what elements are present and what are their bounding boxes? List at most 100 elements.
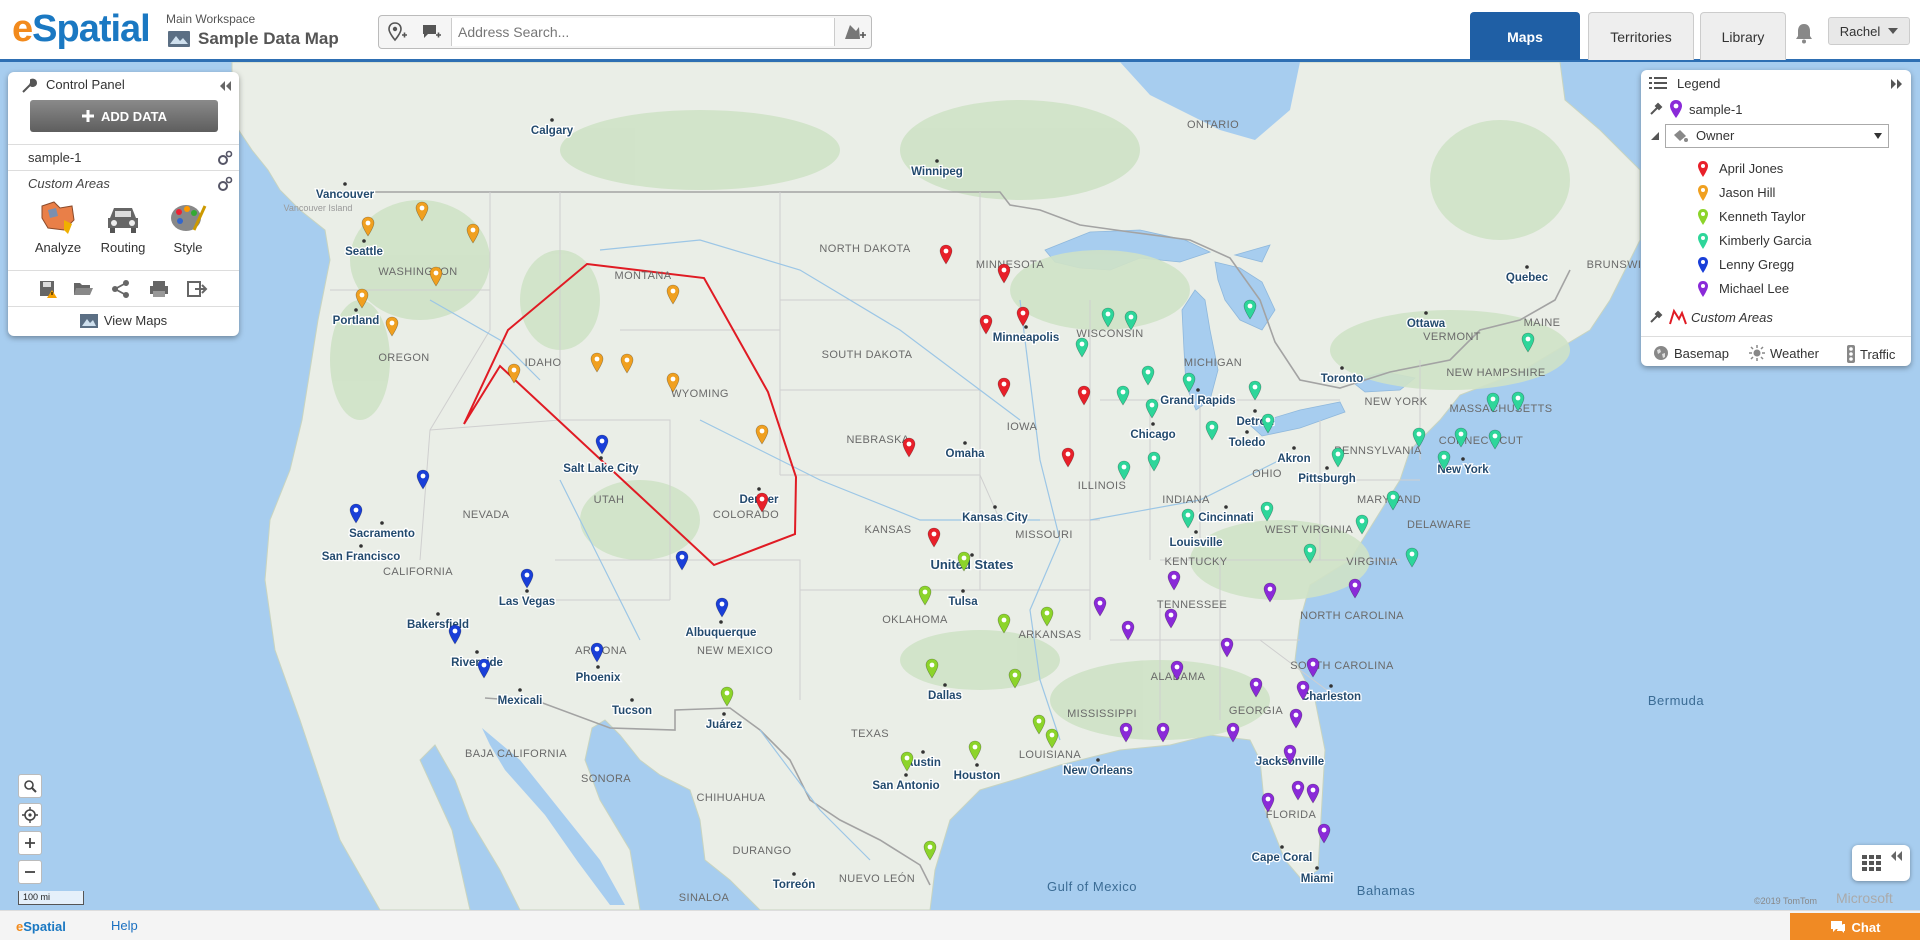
save-icon[interactable] [38,279,60,299]
city-dot [921,750,925,754]
collapse-triangle-icon[interactable] [1651,132,1659,140]
city-dot [354,308,358,312]
region-label: ONTARIO [1187,119,1239,131]
paint-brush-icon[interactable] [1649,310,1663,324]
city-dot [1292,446,1296,450]
city-label: Ottawa [1407,318,1446,330]
print-icon[interactable] [148,279,170,299]
share-icon[interactable] [110,279,132,299]
city-dot [970,553,974,557]
export-icon[interactable] [186,279,208,299]
view-maps-button[interactable]: View Maps [8,306,239,334]
region-label: MISSISSIPPI [1067,708,1137,720]
footer-logo[interactable]: eSpatial [16,919,66,934]
add-location-button[interactable] [381,16,413,48]
legend-owner-label[interactable]: Kimberly Garcia [1719,233,1811,248]
polygon-plus-icon [845,25,866,39]
region-label: SOUTH DAKOTA [822,349,913,361]
map-icon [168,31,190,47]
help-link[interactable]: Help [111,918,138,933]
zoom-box-button[interactable] [18,774,42,798]
sun-icon [1749,345,1765,361]
region-label: OREGON [378,352,429,364]
list-icon [1649,77,1667,89]
city-label: Kansas City [962,512,1028,524]
legend-owner-label[interactable]: Jason Hill [1719,185,1775,200]
legend-owner-label[interactable]: Kenneth Taylor [1719,209,1806,224]
espatial-logo[interactable]: eSpatial [12,8,151,51]
city-label: Dallas [928,690,962,702]
analyze-button[interactable]: Analyze [30,200,86,260]
traffic-button[interactable]: Traffic [1847,345,1895,363]
legend-title: Legend [1677,76,1721,91]
region-label: Bermuda [1648,693,1705,708]
expand-right-icon[interactable] [1891,79,1903,89]
tab-territories[interactable]: Territories [1588,12,1694,60]
zoom-in-button[interactable] [18,831,42,855]
tab-maps[interactable]: Maps [1470,12,1580,60]
add-marker-button[interactable] [415,16,447,48]
city-label: Toronto [1321,373,1364,385]
comment-plus-icon [423,25,441,38]
gear-icon[interactable] [217,176,233,192]
address-search-input[interactable] [451,18,835,46]
legend-owner-label[interactable]: Lenny Gregg [1719,257,1794,272]
city-dot [1329,684,1333,688]
map-icon [79,313,98,328]
region-label: NEW YORK [1365,396,1428,408]
region-label: FLORIDA [1266,809,1317,821]
basemap[interactable]: ONTARIONORTH DAKOTAMINNESOTAWASHINGTON MO… [0,62,1920,910]
region-label: TENNESSEE [1157,599,1227,611]
layer-row-sample-1[interactable]: sample-1 [8,144,239,170]
weather-button[interactable]: Weather [1749,345,1819,361]
apps-toggle-button[interactable] [1852,845,1910,881]
city-dot [1461,457,1465,461]
footer: eSpatial Help Chat [0,910,1920,940]
wrench-icon [22,78,38,93]
map-scale: 100 mi [18,891,84,905]
legend-layer-name: sample-1 [1689,102,1743,117]
custom-areas-row[interactable]: Custom Areas [8,170,239,196]
region-label: SINALOA [679,892,730,904]
control-panel-title: Control Panel [46,77,125,92]
region-label: ILLINOIS [1078,480,1126,492]
add-area-button[interactable] [839,16,871,48]
routing-button[interactable]: Routing [95,200,151,260]
basemap-button[interactable]: Basemap [1653,345,1729,361]
city-dot [963,441,967,445]
city-label: Pittsburgh [1298,473,1356,485]
city-label: Minneapolis [993,332,1059,344]
legend-pin-icon [1698,161,1708,177]
add-data-button[interactable]: ADD DATA [30,100,218,132]
city-label: Sacramento [349,528,415,540]
city-dot [1325,466,1329,470]
map-canvas[interactable]: ONTARIO NORTH DAKOTA MINNESOTA WASHINGTON MO… [0,62,1920,910]
legend-owner-label[interactable]: April Jones [1719,161,1783,176]
city-dot [1280,845,1284,849]
paint-brush-icon[interactable] [1649,102,1663,116]
map-copyright: ©2019 TomTom [1754,896,1817,906]
group-by-select[interactable]: Owner [1665,124,1889,148]
chat-button[interactable]: Chat [1790,913,1920,940]
open-folder-icon[interactable] [72,279,94,299]
locate-button[interactable] [18,803,42,827]
zoom-out-button[interactable] [18,860,42,884]
region-label: MONTANA [615,270,672,282]
chat-icon [1830,921,1845,933]
region-label: SONORA [581,773,631,785]
map-title[interactable]: Sample Data Map [198,29,339,49]
city-dot [525,589,529,593]
collapse-left-icon[interactable] [219,81,231,91]
region-label: KANSAS [864,524,911,536]
user-menu-button[interactable]: Rachel [1828,17,1910,45]
legend-custom-areas: Custom Areas [1691,310,1773,325]
gear-icon[interactable] [217,150,233,166]
tab-library[interactable]: Library [1700,12,1786,60]
style-button[interactable]: Style [160,200,216,260]
city-dot [1525,265,1529,269]
grid-icon [1862,855,1881,871]
city-dot [935,159,939,163]
bell-icon[interactable] [1794,22,1814,44]
legend-owner-label[interactable]: Michael Lee [1719,281,1789,296]
region-label: NEBRASKA [846,434,909,446]
